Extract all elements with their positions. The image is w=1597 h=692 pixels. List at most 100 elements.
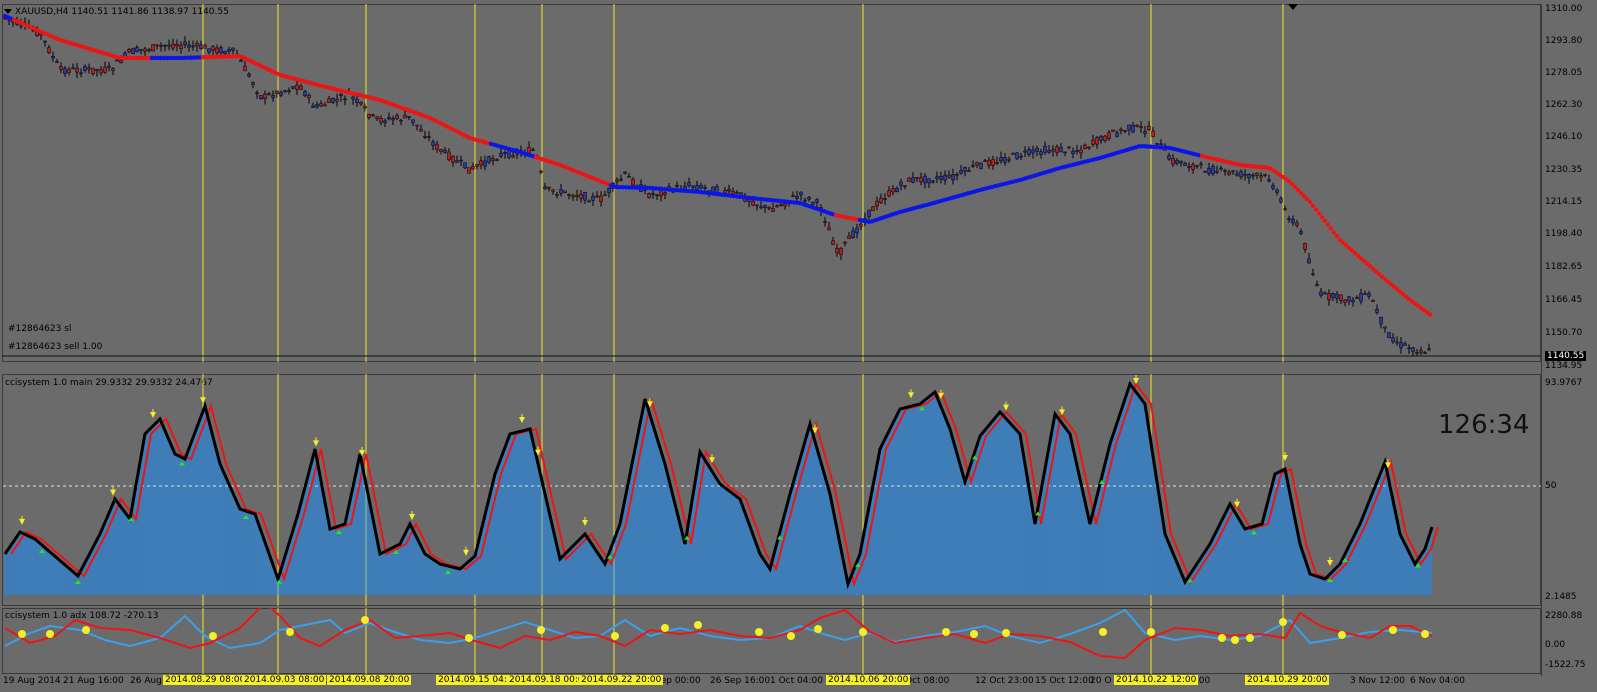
price-axis-label: 1150.70 xyxy=(1545,328,1583,338)
candle-body xyxy=(807,197,811,200)
separator-lines xyxy=(202,4,1284,362)
candle-body xyxy=(567,194,571,196)
candle-body xyxy=(1143,131,1147,134)
candle-body xyxy=(631,178,635,186)
time-axis-label: 19 Aug 2014 xyxy=(3,676,61,686)
candle-body xyxy=(1403,343,1407,346)
candle-body xyxy=(175,43,179,47)
candle-body xyxy=(1083,144,1087,149)
candle-body xyxy=(939,176,943,180)
candle-body xyxy=(1415,351,1419,354)
candle-body xyxy=(599,195,603,203)
candle-body xyxy=(603,194,607,197)
candle-body xyxy=(479,160,483,166)
time-axis-label: 15 Oct 12:00 xyxy=(1035,676,1094,686)
order-sell-label: #12864623 sell 1.00 xyxy=(8,342,103,352)
candle-body xyxy=(695,185,699,191)
adx-signal-dot xyxy=(1421,630,1429,638)
adx-chart-svg xyxy=(4,608,1433,674)
adx-signal-dot xyxy=(537,626,545,634)
adx-signal-dot xyxy=(18,630,26,638)
candle-body xyxy=(303,91,307,97)
candle-body xyxy=(391,118,395,121)
candle-body xyxy=(1271,185,1275,189)
candle-body xyxy=(771,208,775,212)
cci-axis-mid: 50 xyxy=(1545,481,1557,491)
candle-body xyxy=(579,194,583,199)
adx-signal-dot xyxy=(661,624,669,632)
candle-body xyxy=(1099,136,1103,141)
candle-body xyxy=(1187,165,1191,168)
candle-body xyxy=(1067,146,1071,149)
candle-body xyxy=(615,179,619,182)
candle-body xyxy=(751,201,755,206)
candle-body xyxy=(1087,146,1091,149)
candle-body xyxy=(467,167,471,174)
candle-body xyxy=(1215,170,1219,173)
candle-body xyxy=(191,45,195,48)
candle-body xyxy=(1043,145,1047,153)
candle-body xyxy=(475,164,479,167)
candle-body xyxy=(179,44,183,49)
candle-body xyxy=(1247,174,1251,179)
price-axis-label: 1293.80 xyxy=(1545,36,1583,46)
candle-body xyxy=(135,47,139,52)
candle-body xyxy=(207,48,211,53)
candle-body xyxy=(399,119,403,122)
candle-body xyxy=(499,152,503,157)
candle-body xyxy=(211,46,215,51)
candle-body xyxy=(651,193,655,195)
candle-body xyxy=(895,188,899,193)
candle-body xyxy=(407,116,411,118)
price-axis-label: 1278.05 xyxy=(1545,68,1583,78)
candle-body xyxy=(1323,292,1327,295)
candle-body xyxy=(67,69,71,73)
price-axis-label: 1262.30 xyxy=(1545,100,1583,110)
candle-body xyxy=(775,205,779,208)
candle-body xyxy=(195,43,199,47)
candle-body xyxy=(63,68,67,74)
candle-body xyxy=(1391,337,1395,342)
candle-body xyxy=(495,159,499,161)
candle-body xyxy=(1179,160,1183,163)
candle-body xyxy=(151,44,155,52)
candle-body xyxy=(83,65,87,71)
time-axis-highlight: 2014.10.29 20:00 xyxy=(1245,675,1330,685)
candle-body xyxy=(299,85,303,90)
ma-dot xyxy=(1310,203,1316,208)
down-arrow-icon xyxy=(150,412,156,418)
candle-body xyxy=(1055,146,1059,153)
adx-red-line xyxy=(4,608,1433,660)
adx-blue-line xyxy=(4,608,1433,650)
candle-body xyxy=(991,159,995,166)
candle-body xyxy=(283,90,287,92)
candle-body xyxy=(1103,135,1107,142)
candle-body xyxy=(687,182,691,187)
candle-body xyxy=(267,93,271,96)
candle-body xyxy=(1223,169,1227,172)
ma-dot xyxy=(1328,226,1334,231)
candle-body xyxy=(1211,166,1215,175)
candle-body xyxy=(1127,124,1131,131)
candle-body xyxy=(43,40,47,43)
candle-body xyxy=(1095,137,1099,145)
candle-body xyxy=(1231,170,1235,173)
candle-body xyxy=(1263,174,1267,176)
candle-body xyxy=(951,174,955,181)
down-arrow-icon xyxy=(1133,378,1139,384)
candle-body xyxy=(219,47,223,54)
price-axis-label: 1182.65 xyxy=(1545,262,1583,272)
candle-body xyxy=(1027,148,1031,155)
candle-body xyxy=(455,160,459,163)
candle-body xyxy=(803,199,807,202)
adx-signal-dot xyxy=(1338,631,1346,639)
candle-body xyxy=(435,143,439,150)
candle-body xyxy=(663,192,667,195)
candle-body xyxy=(779,204,783,206)
candle-body xyxy=(243,65,247,72)
candle-body xyxy=(223,50,227,55)
candle-body xyxy=(1371,300,1375,303)
cci-chart-svg xyxy=(3,374,1541,606)
adx-axis-mid: 0.00 xyxy=(1545,640,1566,650)
candle-body xyxy=(171,43,175,49)
